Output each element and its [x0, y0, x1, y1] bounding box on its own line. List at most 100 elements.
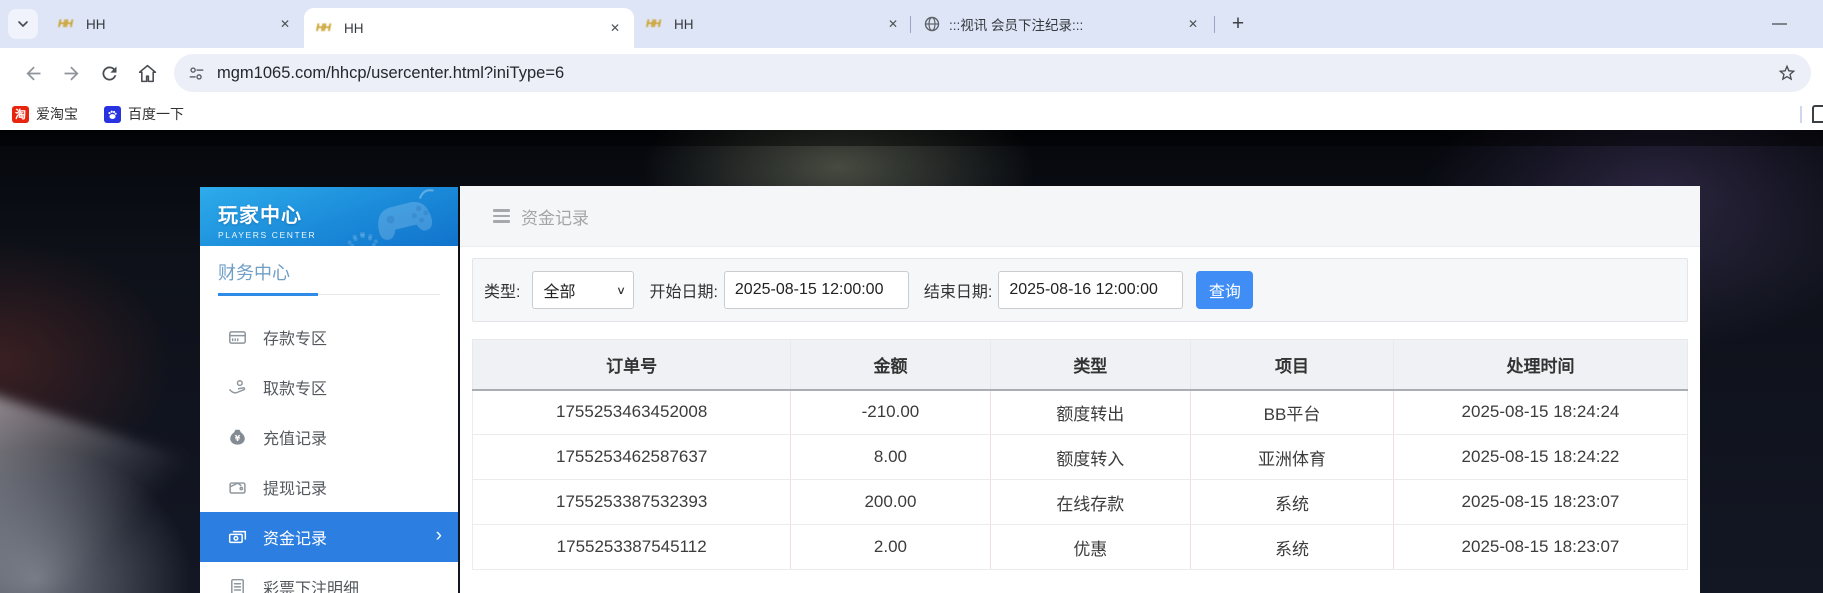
chevron-right-icon: ›	[436, 525, 442, 547]
main-header: 资金记录	[460, 186, 1700, 247]
table-cell: 在线存款	[990, 480, 1190, 525]
bookmark-item[interactable]: 淘 爱淘宝	[12, 104, 78, 124]
taobao-icon: 淘	[12, 106, 29, 123]
table-cell: 1755253387545112	[473, 525, 791, 570]
window-minimize-button[interactable]: —	[1772, 15, 1787, 32]
funds-record-table: 订单号金额类型项目处理时间 1755253463452008-210.00额度转…	[472, 339, 1688, 570]
table-cell: 8.00	[791, 435, 990, 480]
browser-tab[interactable]: :::视讯 会员下注纪录::: ✕	[912, 0, 1212, 48]
table-cell: 2.00	[791, 525, 990, 570]
window-controls: —	[1772, 15, 1823, 33]
table-cell: 200.00	[791, 480, 990, 525]
browser-toolbar: mgm1065.com/hhcp/usercenter.html?iniType…	[0, 48, 1823, 98]
table-cell: 优惠	[990, 525, 1190, 570]
section-divider-accent	[218, 293, 318, 296]
new-tab-button[interactable]: +	[1223, 9, 1253, 39]
forward-button[interactable]	[52, 54, 90, 92]
tab-title: HH	[674, 17, 884, 32]
svg-text:¥: ¥	[234, 433, 240, 442]
hh-gold-icon: HH	[316, 21, 335, 35]
table-row: 1755253463452008-210.00额度转出BB平台2025-08-1…	[473, 390, 1688, 435]
menu-item-label: 资金记录	[263, 525, 327, 549]
end-date-input[interactable]	[998, 271, 1183, 309]
tab-bar: HH HH ✕ HH HH ✕ HH HH ✕ :::视讯 会员下注纪录::: …	[0, 0, 1823, 48]
menu-toggle-icon[interactable]	[493, 206, 510, 226]
menu-item-label: 取款专区	[263, 375, 327, 399]
tab-title: HH	[344, 21, 606, 36]
sidebar-item-提现记录[interactable]: 提现记录 ›	[200, 462, 458, 512]
lottery-list-icon	[227, 577, 247, 593]
tab-close-button[interactable]: ✕	[276, 15, 294, 33]
column-header: 类型	[990, 340, 1190, 390]
tab-title: :::视讯 会员下注纪录:::	[949, 14, 1184, 34]
sidebar-item-存款专区[interactable]: 存款专区 ›	[200, 312, 458, 362]
sidebar-item-取款专区[interactable]: 取款专区 ›	[200, 362, 458, 412]
sidebar-item-充值记录[interactable]: ¥ 充值记录 ›	[200, 412, 458, 462]
table-cell: 系统	[1191, 480, 1394, 525]
browser-tab[interactable]: HH HH ✕	[304, 8, 634, 48]
table-row: 17552533875451122.00优惠系统2025-08-15 18:23…	[473, 525, 1688, 570]
table-cell: BB平台	[1191, 390, 1394, 435]
site-info-icon	[188, 65, 205, 82]
url-text[interactable]: mgm1065.com/hhcp/usercenter.html?iniType…	[217, 64, 1777, 83]
back-icon	[23, 63, 44, 84]
type-select-value: 全部	[543, 278, 575, 302]
tab-strip-divider	[1214, 16, 1215, 33]
menu-item-label: 充值记录	[263, 425, 327, 449]
type-select[interactable]: 全部 ∨	[532, 271, 634, 309]
start-date-label: 开始日期:	[649, 278, 717, 302]
tab-close-button[interactable]: ✕	[606, 19, 624, 37]
table-cell: 系统	[1191, 525, 1394, 570]
sidebar-item-彩票下注明细[interactable]: 彩票下注明细 ›	[200, 562, 458, 593]
table-cell: 2025-08-15 18:24:24	[1393, 390, 1687, 435]
tab-close-button[interactable]: ✕	[884, 15, 902, 33]
table-cell: 额度转入	[990, 435, 1190, 480]
table-cell: 1755253462587637	[473, 435, 791, 480]
table-row: 1755253387532393200.00在线存款系统2025-08-15 1…	[473, 480, 1688, 525]
home-icon	[137, 63, 158, 84]
withdraw-hand-icon	[227, 377, 247, 397]
column-header: 金额	[791, 340, 990, 390]
table-row: 17552534625876378.00额度转入亚洲体育2025-08-15 1…	[473, 435, 1688, 480]
sidebar-item-资金记录[interactable]: 资金记录 ›	[200, 512, 458, 562]
page-background: 玩家中心 PLAYERS CENTER 财务中心	[0, 130, 1823, 593]
column-header: 项目	[1191, 340, 1394, 390]
address-bar[interactable]: mgm1065.com/hhcp/usercenter.html?iniType…	[174, 54, 1811, 92]
bookmarks-bar: 淘 爱淘宝 百度一下	[0, 98, 1823, 130]
table-cell: 1755253387532393	[473, 480, 791, 525]
reload-icon	[99, 63, 120, 84]
column-header: 处理时间	[1393, 340, 1687, 390]
deposit-card-icon	[227, 327, 247, 347]
page-title: 资金记录	[521, 204, 589, 229]
home-button[interactable]	[128, 54, 166, 92]
table-header-row: 订单号金额类型项目处理时间	[473, 340, 1688, 390]
tab-close-button[interactable]: ✕	[1184, 15, 1202, 33]
bookmark-star-icon[interactable]	[1777, 63, 1797, 83]
table-cell: 2025-08-15 18:24:22	[1393, 435, 1687, 480]
browser-tab[interactable]: HH HH ✕	[634, 0, 912, 48]
sidebar-section-label: 财务中心	[218, 263, 290, 283]
chevron-down-icon	[17, 18, 29, 30]
menu-item-label: 提现记录	[263, 475, 327, 499]
search-button[interactable]: 查询	[1196, 271, 1253, 309]
table-cell: -210.00	[791, 390, 990, 435]
start-date-input[interactable]	[724, 271, 909, 309]
table-cell: 2025-08-15 18:23:07	[1393, 525, 1687, 570]
sidebar-section: 财务中心	[200, 246, 458, 295]
moneybag-icon: ¥	[227, 427, 247, 447]
main-panel: 资金记录 类型: 全部 ∨ 开始日期: 结束日期: 查询 订单号金额类型项目处理…	[460, 186, 1700, 593]
table-cell: 1755253463452008	[473, 390, 791, 435]
bookmark-item[interactable]: 百度一下	[104, 104, 184, 124]
tab-strip: HH HH ✕ HH HH ✕ HH HH ✕ :::视讯 会员下注纪录::: …	[46, 0, 1212, 48]
filter-panel: 类型: 全部 ∨ 开始日期: 结束日期: 查询	[472, 258, 1688, 322]
side-panel-icon[interactable]	[1812, 105, 1823, 123]
reload-button[interactable]	[90, 54, 128, 92]
browser-window: HH HH ✕ HH HH ✕ HH HH ✕ :::视讯 会员下注纪录::: …	[0, 0, 1823, 593]
bookmark-label: 爱淘宝	[36, 104, 78, 124]
globe-icon	[924, 16, 940, 32]
wallet-icon	[227, 477, 247, 497]
tab-search-button[interactable]	[8, 9, 38, 39]
type-filter-label: 类型:	[484, 278, 520, 302]
browser-tab[interactable]: HH HH ✕	[46, 0, 304, 48]
back-button[interactable]	[14, 54, 52, 92]
